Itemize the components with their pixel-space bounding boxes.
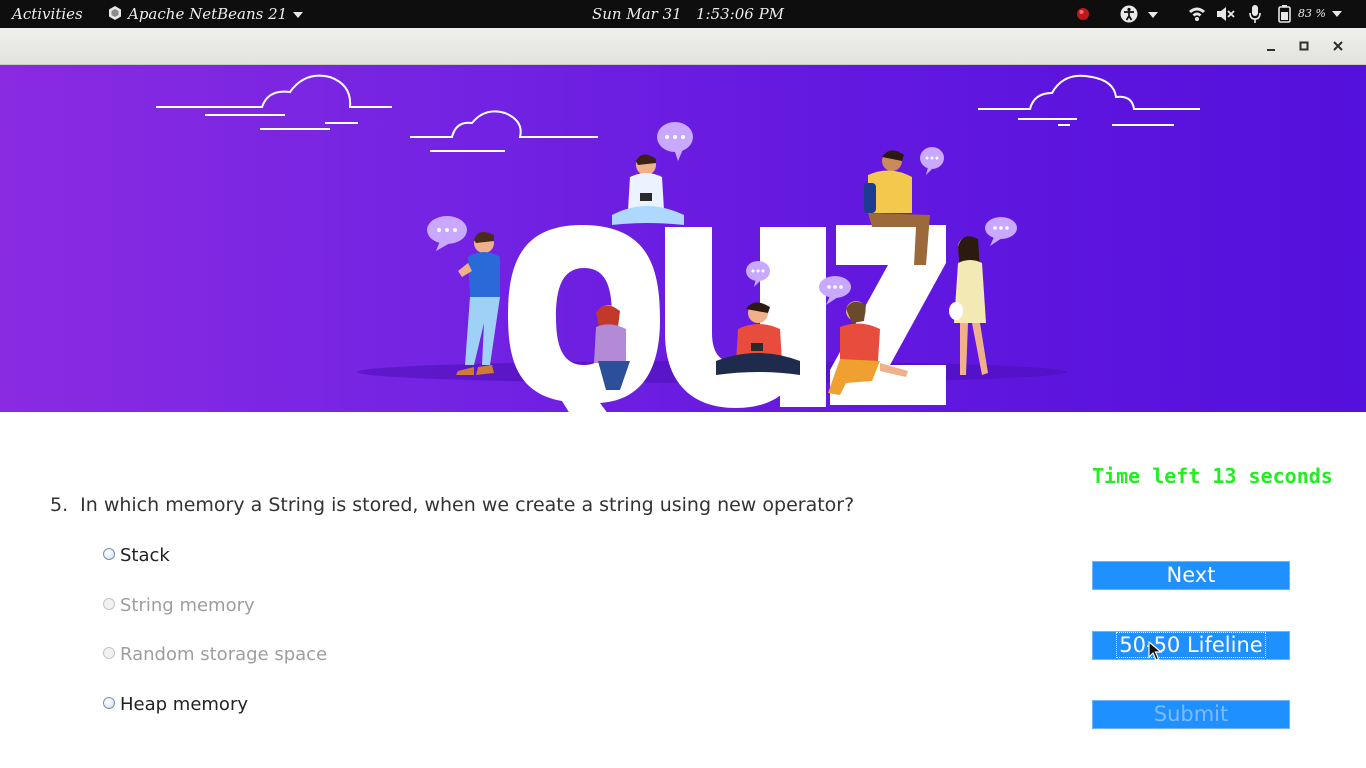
cloud-icon — [156, 74, 392, 130]
accessibility-icon[interactable] — [1120, 5, 1138, 23]
option-label: Stack — [120, 545, 170, 566]
cloud-icon — [410, 110, 598, 152]
radio-icon[interactable] — [103, 548, 115, 560]
battery-label: 83 % — [1298, 7, 1326, 20]
option-heap-memory[interactable]: Heap memory — [103, 693, 248, 717]
next-button-label: Next — [1166, 563, 1216, 587]
submit-button: Submit — [1092, 700, 1290, 729]
option-string-memory: String memory — [103, 594, 255, 618]
minimize-icon[interactable] — [1261, 36, 1281, 56]
quiz-banner-image — [0, 65, 1366, 412]
clock[interactable]: Sun Mar 31 1:53:06 PM — [592, 0, 784, 28]
cloud-icon — [978, 74, 1200, 126]
chevron-down-icon[interactable] — [1148, 12, 1158, 18]
activities-button[interactable]: Activities — [12, 0, 83, 28]
next-button[interactable]: Next — [1092, 561, 1290, 590]
question-number: 5. — [50, 494, 69, 516]
wifi-icon[interactable] — [1188, 6, 1206, 22]
lifeline-button-label: 50-50 Lifeline — [1116, 632, 1266, 658]
speech-bubble-icon — [985, 217, 1017, 246]
speech-bubble-icon — [427, 216, 467, 251]
lifeline-button[interactable]: 50-50 Lifeline — [1092, 631, 1290, 660]
radio-icon — [103, 647, 115, 659]
question-text: 5. In which memory a String is stored, wh… — [50, 494, 854, 516]
app-menu[interactable]: Apache NetBeans 21 — [108, 0, 304, 28]
battery-percentage[interactable]: 83 % — [1298, 0, 1342, 28]
recording-indicator-icon[interactable] — [1076, 7, 1090, 21]
option-label: String memory — [120, 595, 255, 616]
activities-label: Activities — [12, 5, 83, 23]
chevron-down-icon — [1331, 11, 1342, 17]
mouse-cursor-icon — [1148, 641, 1162, 661]
app-name: Apache NetBeans 21 — [128, 5, 288, 23]
close-icon[interactable] — [1328, 36, 1348, 56]
microphone-icon[interactable] — [1248, 4, 1262, 24]
window-title-bar[interactable] — [0, 28, 1366, 65]
option-label: Heap memory — [120, 694, 248, 715]
volume-muted-icon[interactable] — [1216, 6, 1236, 22]
radio-icon — [103, 598, 115, 610]
option-random-storage-space: Random storage space — [103, 643, 327, 667]
option-label: Random storage space — [120, 644, 328, 665]
system-top-bar: Activities Apache NetBeans 21 Sun Mar 31… — [0, 0, 1366, 28]
timer-label: Time left 13 seconds — [1092, 464, 1333, 488]
battery-icon[interactable] — [1277, 5, 1293, 23]
person-illustration — [612, 154, 684, 225]
speech-bubble-icon — [657, 122, 693, 161]
radio-icon[interactable] — [103, 697, 115, 709]
person-illustration — [456, 231, 500, 375]
maximize-icon[interactable] — [1294, 36, 1314, 56]
submit-button-label: Submit — [1153, 702, 1229, 726]
speech-bubble-icon — [920, 147, 944, 175]
question-body: In which memory a String is stored, when… — [80, 494, 855, 516]
person-illustration — [949, 236, 988, 375]
quiz-lettering — [508, 225, 946, 412]
chevron-down-icon — [293, 12, 304, 18]
option-stack[interactable]: Stack — [103, 544, 170, 568]
clock-label: Sun Mar 31 1:53:06 PM — [592, 5, 785, 23]
netbeans-app-icon — [109, 6, 121, 20]
